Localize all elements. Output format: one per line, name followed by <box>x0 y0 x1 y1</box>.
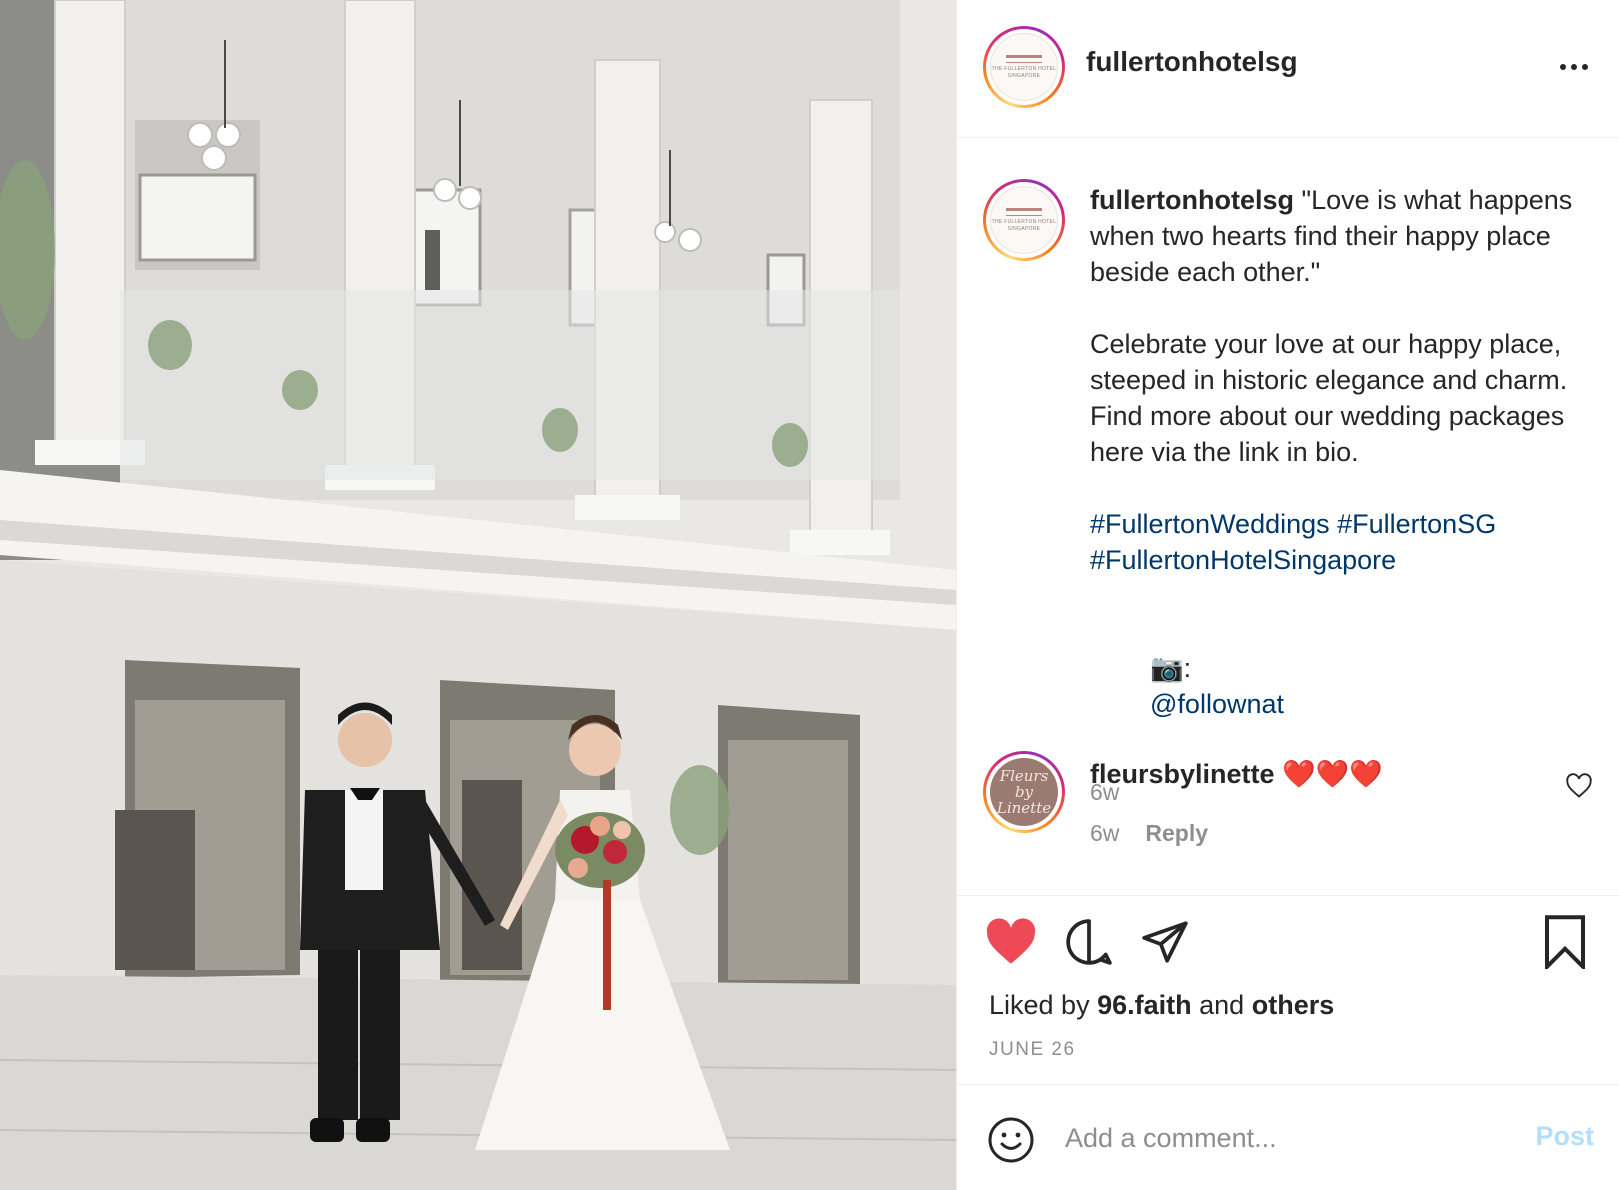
comment-username[interactable]: fleursbylinette <box>1090 759 1275 789</box>
post-comment-button[interactable]: Post <box>1535 1121 1594 1152</box>
post-side-panel: THE FULLERTON HOTEL SINGAPORE fullertonh… <box>956 0 1619 1190</box>
comment-text: ❤️❤️❤️ <box>1282 759 1383 789</box>
fullerton-logo-icon: THE FULLERTON HOTEL SINGAPORE <box>990 33 1058 101</box>
liker-username[interactable]: 96.faith <box>1097 990 1192 1020</box>
commenter-avatar[interactable]: Fleurs by Linette <box>983 751 1065 833</box>
author-avatar[interactable]: THE FULLERTON HOTEL SINGAPORE <box>983 26 1065 108</box>
post-caption: fullertonhotelsg "Love is what happens w… <box>1090 182 1600 810</box>
wedding-photo-illustration <box>0 0 956 1190</box>
fleurs-logo-icon: Fleurs by Linette <box>990 758 1058 826</box>
post-header: THE FULLERTON HOTEL SINGAPORE fullertonh… <box>957 0 1619 138</box>
post-photo[interactable] <box>0 0 956 1190</box>
post-date[interactable]: JUNE 26 <box>989 1039 1076 1061</box>
emoji-icon[interactable] <box>987 1116 1035 1164</box>
comment-time[interactable]: 6w <box>1090 820 1119 847</box>
comment-input[interactable] <box>1065 1113 1485 1163</box>
comment-like-icon[interactable] <box>1565 772 1593 800</box>
heart-icon[interactable] <box>983 914 1039 970</box>
reply-button[interactable]: Reply <box>1145 820 1208 847</box>
caption-avatar[interactable]: THE FULLERTON HOTEL SINGAPORE <box>983 179 1065 261</box>
header-username[interactable]: fullertonhotelsg <box>1086 46 1298 78</box>
more-icon[interactable] <box>1554 52 1594 82</box>
camera-icon: 📷: <box>1150 653 1192 683</box>
caption-username[interactable]: fullertonhotelsg <box>1090 185 1294 215</box>
caption-hashtags[interactable]: #FullertonWeddings #FullertonSG #Fullert… <box>1090 506 1600 578</box>
bookmark-icon[interactable] <box>1537 914 1593 970</box>
add-comment-bar: Post <box>957 1084 1619 1190</box>
caption-body: Celebrate your love at our happy place, … <box>1090 329 1575 467</box>
likes-summary[interactable]: Liked by 96.faith and others <box>989 990 1334 1021</box>
likes-others[interactable]: others <box>1252 990 1335 1020</box>
comment-meta: 6w Reply <box>1090 820 1208 847</box>
photo-credit-handle[interactable]: @follownat <box>1150 689 1284 719</box>
comment-item: fleursbylinette ❤️❤️❤️ <box>1090 756 1560 792</box>
share-icon[interactable] <box>1137 914 1193 970</box>
fullerton-logo-icon: THE FULLERTON HOTEL SINGAPORE <box>990 186 1058 254</box>
comment-icon[interactable] <box>1061 914 1117 970</box>
